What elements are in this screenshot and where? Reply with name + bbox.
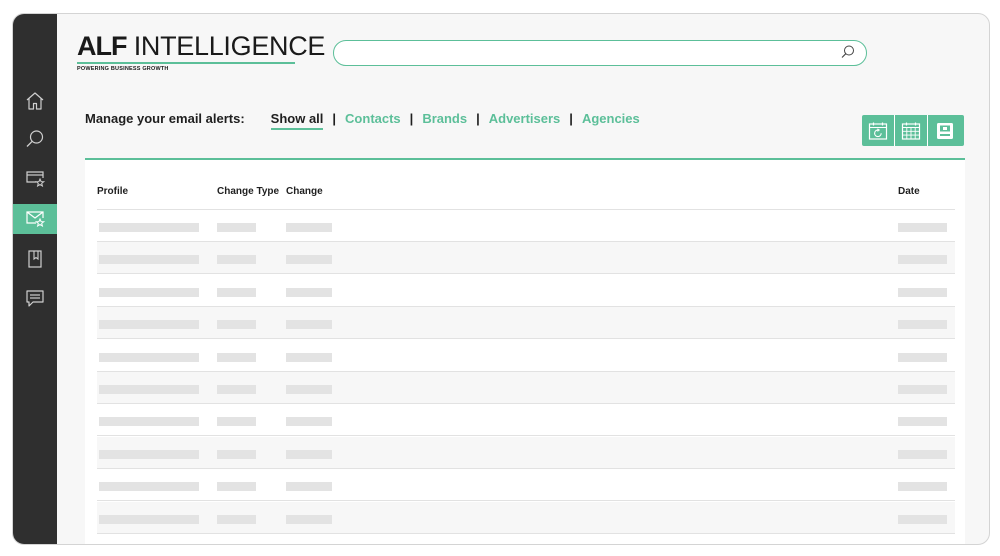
placeholder-change: [286, 449, 332, 459]
table-row[interactable]: [97, 436, 955, 469]
search-icon: [26, 130, 44, 147]
table-row[interactable]: [97, 210, 955, 242]
sidebar: [13, 14, 57, 544]
toolbar: [862, 115, 964, 146]
placeholder-change-type: [217, 352, 256, 362]
placeholder-profile: [99, 223, 199, 232]
placeholder-date: [898, 287, 947, 297]
sidebar-item-saved-searches[interactable]: [13, 164, 57, 194]
placeholder-change-type: [217, 255, 256, 265]
placeholder-date: [898, 449, 947, 459]
placeholder-change: [286, 223, 332, 232]
placeholder-profile: [99, 385, 199, 394]
brand-logo[interactable]: ALF INTELLIGENCE POWERING BUSINESS GROWT…: [77, 32, 325, 72]
alerts-label: Manage your email alerts:: [85, 110, 245, 126]
sidebar-item-search[interactable]: [13, 124, 57, 154]
app-window: ALF INTELLIGENCE POWERING BUSINESS GROWT…: [12, 13, 990, 545]
placeholder-date: [898, 255, 947, 265]
table-row[interactable]: [97, 469, 955, 502]
placeholder-profile: [99, 417, 199, 427]
placeholder-date: [898, 320, 947, 330]
bookmark-icon: [28, 250, 42, 268]
filter-brands[interactable]: Brands: [422, 111, 467, 126]
placeholder-date: [898, 223, 947, 232]
placeholder-change: [286, 255, 332, 265]
alerts-table: Profile Change Type Change Date: [85, 158, 965, 544]
email-alerts-icon: [26, 211, 46, 228]
filter-agencies[interactable]: Agencies: [582, 111, 640, 126]
email-alerts-filter-bar: Manage your email alerts: Show all | Con…: [85, 109, 640, 130]
filter-separator: |: [332, 110, 337, 126]
placeholder-date: [898, 514, 947, 524]
placeholder-profile: [99, 449, 199, 459]
logo-bold-text: ALF: [77, 31, 127, 61]
placeholder-profile: [99, 287, 199, 297]
placeholder-change: [286, 352, 332, 362]
filter-advertisers[interactable]: Advertisers: [489, 111, 561, 126]
filter-separator: |: [476, 110, 480, 126]
table-row[interactable]: [97, 242, 955, 275]
table-row[interactable]: [97, 404, 955, 437]
placeholder-change: [286, 417, 332, 427]
search-bar[interactable]: [333, 40, 867, 66]
search-input[interactable]: [348, 44, 832, 64]
placeholder-change-type: [217, 320, 256, 330]
filter-show-all[interactable]: Show all: [270, 111, 324, 130]
column-header-change[interactable]: Change: [286, 186, 323, 197]
placeholder-profile: [99, 352, 199, 362]
placeholder-change: [286, 514, 332, 524]
placeholder-profile: [99, 320, 199, 330]
table-row[interactable]: [97, 275, 955, 307]
home-icon: [26, 92, 44, 110]
sidebar-item-messages[interactable]: [13, 284, 57, 314]
table-row[interactable]: [97, 372, 955, 404]
placeholder-change-type: [217, 287, 256, 297]
column-header-date[interactable]: Date: [898, 186, 920, 197]
search-icon[interactable]: [840, 44, 856, 60]
table-header: Profile Change Type Change Date: [97, 160, 955, 210]
column-header-profile[interactable]: Profile: [97, 186, 128, 197]
table-row[interactable]: [97, 340, 955, 372]
save-button[interactable]: [928, 115, 961, 146]
calendar-grid-icon: [901, 122, 921, 140]
save-icon: [936, 122, 953, 139]
placeholder-change: [286, 320, 332, 330]
placeholder-profile: [99, 255, 199, 265]
placeholder-date: [898, 385, 947, 394]
placeholder-change: [286, 482, 332, 492]
placeholder-change-type: [217, 449, 256, 459]
placeholder-change-type: [217, 223, 256, 232]
column-header-change-type[interactable]: Change Type: [217, 186, 279, 197]
saved-search-icon: [26, 171, 46, 188]
logo-underline: [77, 62, 295, 64]
placeholder-change-type: [217, 385, 256, 394]
placeholder-change-type: [217, 514, 256, 524]
placeholder-profile: [99, 482, 199, 492]
placeholder-profile: [99, 514, 199, 524]
placeholder-date: [898, 482, 947, 492]
table-row[interactable]: [97, 307, 955, 340]
chat-icon: [26, 290, 44, 307]
refresh-calendar-icon: [868, 122, 888, 140]
filter-contacts[interactable]: Contacts: [345, 111, 401, 126]
refresh-calendar-button[interactable]: [862, 115, 895, 146]
table-row[interactable]: [97, 501, 955, 534]
logo-tagline: POWERING BUSINESS GROWTH: [77, 66, 169, 72]
placeholder-date: [898, 417, 947, 427]
placeholder-change: [286, 385, 332, 394]
logo-light-text: INTELLIGENCE: [133, 31, 326, 61]
sidebar-item-email-alerts[interactable]: [13, 204, 57, 234]
filter-separator: |: [409, 110, 414, 126]
sidebar-item-bookmarks[interactable]: [13, 244, 57, 274]
sidebar-item-home[interactable]: [13, 86, 57, 116]
filter-separator: |: [569, 110, 573, 126]
placeholder-change: [286, 287, 332, 297]
placeholder-change-type: [217, 482, 256, 492]
calendar-grid-button[interactable]: [895, 115, 928, 146]
placeholder-date: [898, 352, 947, 362]
placeholder-change-type: [217, 417, 256, 427]
